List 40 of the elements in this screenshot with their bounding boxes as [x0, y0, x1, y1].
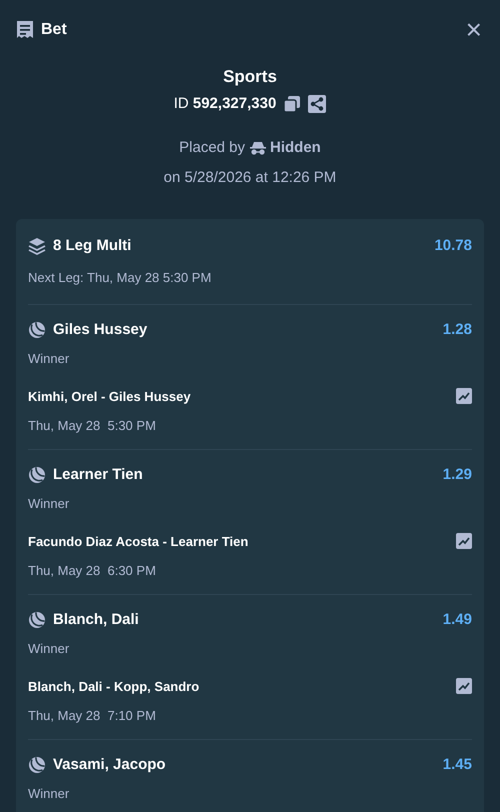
copy-icon[interactable]: [283, 94, 302, 113]
tennis-ball-icon: [28, 756, 46, 774]
spy-icon: [248, 141, 267, 156]
match-name: Blanch, Dali - Kopp, Sandro: [28, 678, 200, 696]
layers-icon: [28, 237, 46, 255]
total-odds: 10.78: [434, 236, 472, 256]
selection-name: Blanch, Dali: [53, 610, 139, 630]
match-time: Thu, May 28 6:30 PM: [28, 562, 157, 580]
market-name: Winner: [28, 640, 70, 658]
leg-odds: 1.45: [442, 754, 472, 774]
bet-id: ID 592,327,330: [174, 94, 276, 114]
selection-name: Giles Hussey: [53, 320, 148, 340]
match-name: Facundo Diaz Acosta - Learner Tien: [28, 532, 248, 550]
receipt-icon: [16, 20, 34, 40]
next-leg-time: Next Leg: Thu, May 28 5:30 PM: [28, 269, 212, 287]
placed-by-user: Hidden: [270, 138, 321, 158]
tennis-ball-icon: [28, 610, 46, 629]
bet-category: Sports: [222, 66, 278, 88]
share-icon[interactable]: [308, 94, 326, 113]
chart-icon[interactable]: [456, 388, 472, 404]
match-time: Thu, May 28 7:10 PM: [28, 707, 157, 725]
match-time: Thu, May 28 5:30 PM: [28, 417, 157, 435]
selection-name: Vasami, Jacopo: [53, 754, 166, 774]
leg-odds: 1.29: [442, 464, 472, 484]
leg-odds: 1.28: [442, 320, 472, 340]
selection-name: Learner Tien: [53, 464, 143, 484]
tennis-ball-icon: [28, 320, 46, 339]
market-name: Winner: [28, 785, 70, 803]
multi-title: 8 Leg Multi: [53, 236, 132, 256]
tennis-ball-icon: [28, 466, 46, 484]
leg-odds: 1.49: [442, 610, 472, 630]
placed-by-label: Placed by: [179, 138, 246, 158]
placed-date: on 5/28/2026 at 12:26 PM: [162, 168, 338, 188]
market-name: Winner: [28, 495, 70, 513]
chart-icon[interactable]: [456, 533, 472, 550]
chart-icon[interactable]: [456, 678, 472, 694]
market-name: Winner: [28, 350, 70, 368]
close-button[interactable]: ×: [464, 16, 484, 44]
match-name: Kimhi, Orel - Giles Hussey: [28, 388, 191, 406]
modal-title: Bet: [41, 20, 67, 40]
